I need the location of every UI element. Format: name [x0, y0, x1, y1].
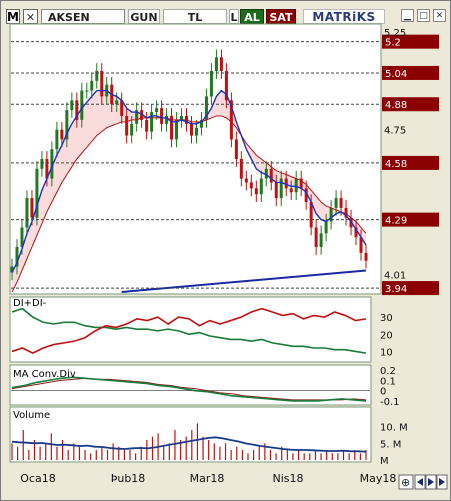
- level-label: 3.94: [385, 284, 407, 295]
- candle-body: [125, 115, 129, 136]
- candle-body: [289, 188, 293, 193]
- candle-body: [254, 188, 258, 195]
- candle-body: [294, 178, 298, 193]
- candle-body: [100, 70, 104, 97]
- price-tick-label: 4.01: [384, 270, 406, 281]
- candle-body: [219, 57, 223, 71]
- volume-title: Volume: [13, 410, 50, 421]
- candle-body: [274, 182, 278, 199]
- candle-body: [175, 119, 179, 140]
- candle-body: [239, 159, 243, 179]
- price-tick-label: 4.75: [384, 126, 406, 137]
- x-tick-label: May18: [360, 472, 397, 485]
- candle-body: [30, 198, 34, 218]
- volume-tick-label: M: [380, 456, 389, 467]
- candle-body: [55, 129, 59, 150]
- candle-body: [324, 221, 328, 234]
- candle-body: [150, 112, 154, 132]
- candle-body: [234, 139, 238, 159]
- volume-panel: [9, 406, 372, 463]
- macd-tick-label: -0.1: [380, 397, 400, 408]
- candle-body: [259, 178, 263, 195]
- level-label: 4.29: [385, 216, 407, 227]
- candle-body: [90, 80, 94, 91]
- dmi-tick-label: 10: [380, 347, 393, 358]
- svg-text:⊕: ⊕: [401, 476, 410, 489]
- x-tick-label: Nis18: [272, 472, 303, 485]
- candle-body: [40, 159, 44, 169]
- candle-body: [155, 108, 159, 113]
- dmi-panel: [9, 296, 372, 363]
- volume-tick-label: 5. M: [380, 439, 401, 450]
- candle-body: [364, 252, 368, 261]
- candle-body: [160, 108, 164, 124]
- candle-body: [334, 198, 338, 208]
- level-label: 5.2: [385, 38, 401, 49]
- price-tick-label: 5.25: [384, 28, 406, 39]
- scroll-controls: ⊕: [398, 474, 448, 490]
- candle-body: [165, 115, 169, 124]
- dmi-tick-label: 30: [380, 313, 393, 324]
- candle-body: [85, 90, 89, 92]
- candle-body: [279, 178, 283, 199]
- x-tick-label: Mar18: [190, 472, 225, 485]
- x-tick-label: Þub18: [111, 472, 146, 485]
- candle-body: [115, 100, 119, 105]
- dmi-tick-label: 20: [380, 330, 393, 341]
- volume-tick-label: 10. M: [380, 423, 408, 434]
- chart-canvas: 5.2 5.04 4.88 4.58 4.29 3.94 5.25 4.75 4.01 30 20…: [9, 23, 448, 490]
- level-label: 5.04: [385, 69, 407, 80]
- candle-body: [60, 129, 64, 140]
- candle-body: [70, 100, 74, 111]
- x-tick-label: Oca18: [20, 472, 55, 485]
- candle-body: [319, 233, 323, 248]
- candle-body: [269, 168, 273, 183]
- dmi-title: DI+DI-: [13, 298, 47, 309]
- candle-body: [25, 198, 29, 228]
- candle-body: [209, 70, 213, 97]
- candle-body: [145, 119, 149, 132]
- candle-body: [80, 90, 84, 120]
- candle-body: [314, 227, 318, 248]
- candle-body: [339, 198, 343, 208]
- candle-body: [194, 127, 198, 136]
- level-label: 4.58: [385, 159, 407, 170]
- level-label: 4.88: [385, 100, 407, 111]
- macd-title: MA Conv.Div: [13, 369, 76, 380]
- candle-body: [214, 57, 218, 71]
- candle-body: [189, 123, 193, 136]
- candle-body: [249, 182, 253, 189]
- candle-body: [244, 178, 248, 183]
- candle-body: [130, 123, 134, 136]
